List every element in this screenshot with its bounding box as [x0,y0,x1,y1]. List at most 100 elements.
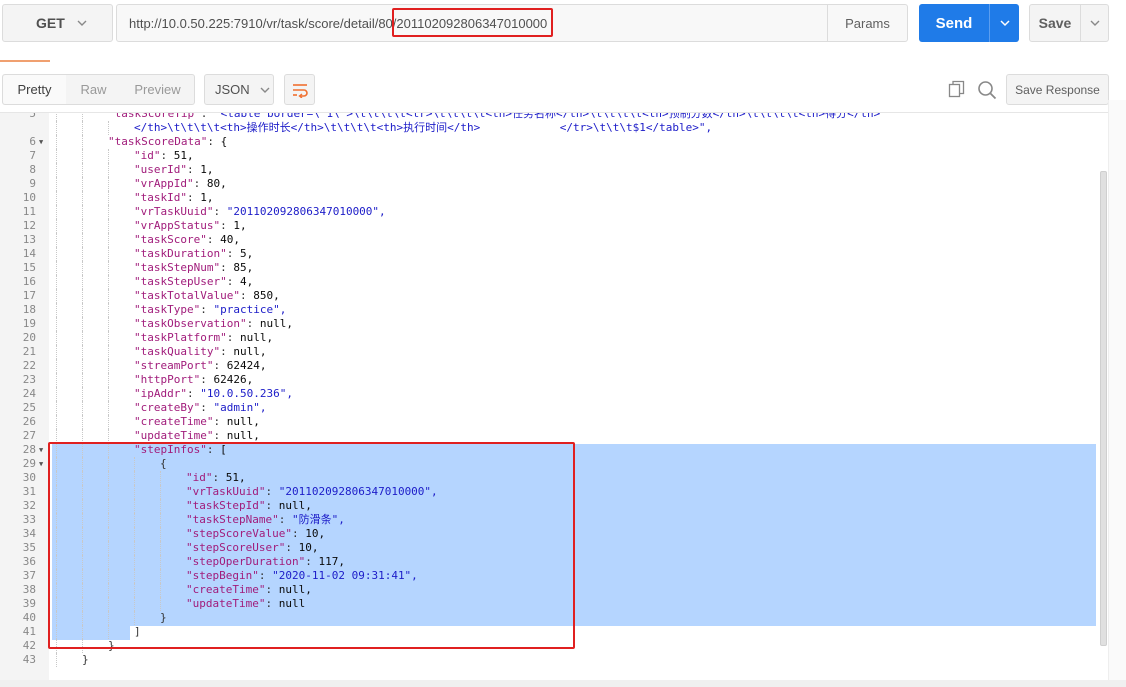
response-body-editor[interactable]: 5 "taskScoreTip": "<table border=\"1\">\t… [0,112,1126,682]
line-number: 6 [29,135,36,148]
format-select[interactable]: JSON [204,74,274,105]
wrap-lines-button[interactable] [284,74,315,105]
indent-guide [108,387,109,401]
indent-guide [82,205,83,219]
code-text: "taskQuality": null, [134,345,267,358]
line-number: 27 [22,429,36,442]
line-number: 22 [22,359,36,372]
code-text: "id": 51, [134,149,194,162]
indent-guide [108,359,109,373]
code-line: 13 "taskScore": 40, [0,233,1100,247]
indent-guide [108,205,109,219]
indent-guide [82,401,83,415]
save-response-button[interactable]: Save Response [1006,74,1109,105]
indent-guide [56,331,57,345]
indent-guide [108,219,109,233]
code-line: 9 "vrAppId": 80, [0,177,1100,191]
line-number: 17 [22,289,36,302]
indent-guide [108,191,109,205]
indent-guide [82,163,83,177]
code-text: "taskDuration": 5, [134,247,254,260]
line-number: 15 [22,261,36,274]
code-text: "userId": 1, [134,163,214,176]
code-line: 7 "id": 51, [0,149,1100,163]
chevron-down-icon [260,87,270,93]
code-text: "taskScoreData": { [108,135,228,148]
code-line: 12 "vrAppStatus": 1, [0,219,1100,233]
copy-icon[interactable] [948,80,966,98]
line-number: 32 [22,499,36,512]
indent-guide [56,163,57,177]
indent-guide [82,429,83,443]
save-button[interactable]: Save [1030,5,1080,41]
code-line: 16 "taskStepUser": 4, [0,275,1100,289]
line-number: 5 [29,112,36,120]
indent-guide [82,247,83,261]
indent-guide [56,205,57,219]
bottom-strip [0,680,1126,687]
url-base: http://10.0.50.225:7910/vr/task/score/de… [129,16,397,31]
tab-preview[interactable]: Preview [121,75,194,104]
indent-guide [82,113,83,121]
code-text: } [82,653,89,666]
code-line: 19 "taskObservation": null, [0,317,1100,331]
indent-guide [56,177,57,191]
indent-guide [56,247,57,261]
code-text: "createBy": "admin", [134,401,267,414]
code-line: 15 "taskStepNum": 85, [0,261,1100,275]
indent-guide [82,303,83,317]
code-text: "streamPort": 62424, [134,359,267,372]
indent-guide [56,303,57,317]
indent-guide [56,233,57,247]
tab-raw[interactable]: Raw [66,75,121,104]
indent-guide [56,317,57,331]
code-line: 5 "taskScoreTip": "<table border=\"1\">\t… [0,112,1100,121]
chevron-down-icon [1090,20,1099,26]
fold-toggle-icon[interactable]: ▼ [39,135,43,149]
code-text: "taskScore": 40, [134,233,240,246]
line-number: 41 [22,625,36,638]
code-text: "vrAppId": 80, [134,177,227,190]
tab-pretty[interactable]: Pretty [3,75,66,104]
fold-toggle-icon[interactable]: ▼ [39,443,43,457]
method-select[interactable]: GET [2,4,113,42]
indent-guide [56,429,57,443]
save-dropdown-button[interactable] [1080,5,1108,41]
line-number: 21 [22,345,36,358]
editor-scrollbar[interactable] [1100,171,1107,646]
code-text: "updateTime": null, [134,429,260,442]
search-icon[interactable] [977,80,997,100]
line-number: 20 [22,331,36,344]
line-number: 19 [22,317,36,330]
indent-guide [82,331,83,345]
line-number: 26 [22,415,36,428]
indent-guide [82,121,83,135]
indent-guide [82,345,83,359]
code-text: "taskScoreTip": "<table border=\"1\">\t\… [108,112,881,120]
indent-guide [56,289,57,303]
indent-guide [108,415,109,429]
indent-guide [56,219,57,233]
indent-guide [56,191,57,205]
code-text: "vrAppStatus": 1, [134,219,247,232]
stepinfos-highlight-box [48,442,575,649]
code-line: 20 "taskPlatform": null, [0,331,1100,345]
line-number: 31 [22,485,36,498]
indent-guide [108,233,109,247]
line-number: 16 [22,275,36,288]
indent-guide [82,261,83,275]
tab-indicator [0,60,50,62]
code-text: "ipAddr": "10.0.50.236", [134,387,293,400]
indent-guide [82,387,83,401]
indent-guide [82,359,83,373]
line-number: 39 [22,597,36,610]
send-button[interactable]: Send [919,4,989,42]
line-number: 36 [22,555,36,568]
code-line: 22 "streamPort": 62424, [0,359,1100,373]
indent-guide [108,317,109,331]
fold-toggle-icon[interactable]: ▼ [39,457,43,471]
line-number: 7 [29,149,36,162]
send-button-group: Send [919,4,1019,42]
params-button[interactable]: Params [827,5,907,41]
send-dropdown-button[interactable] [989,4,1019,42]
